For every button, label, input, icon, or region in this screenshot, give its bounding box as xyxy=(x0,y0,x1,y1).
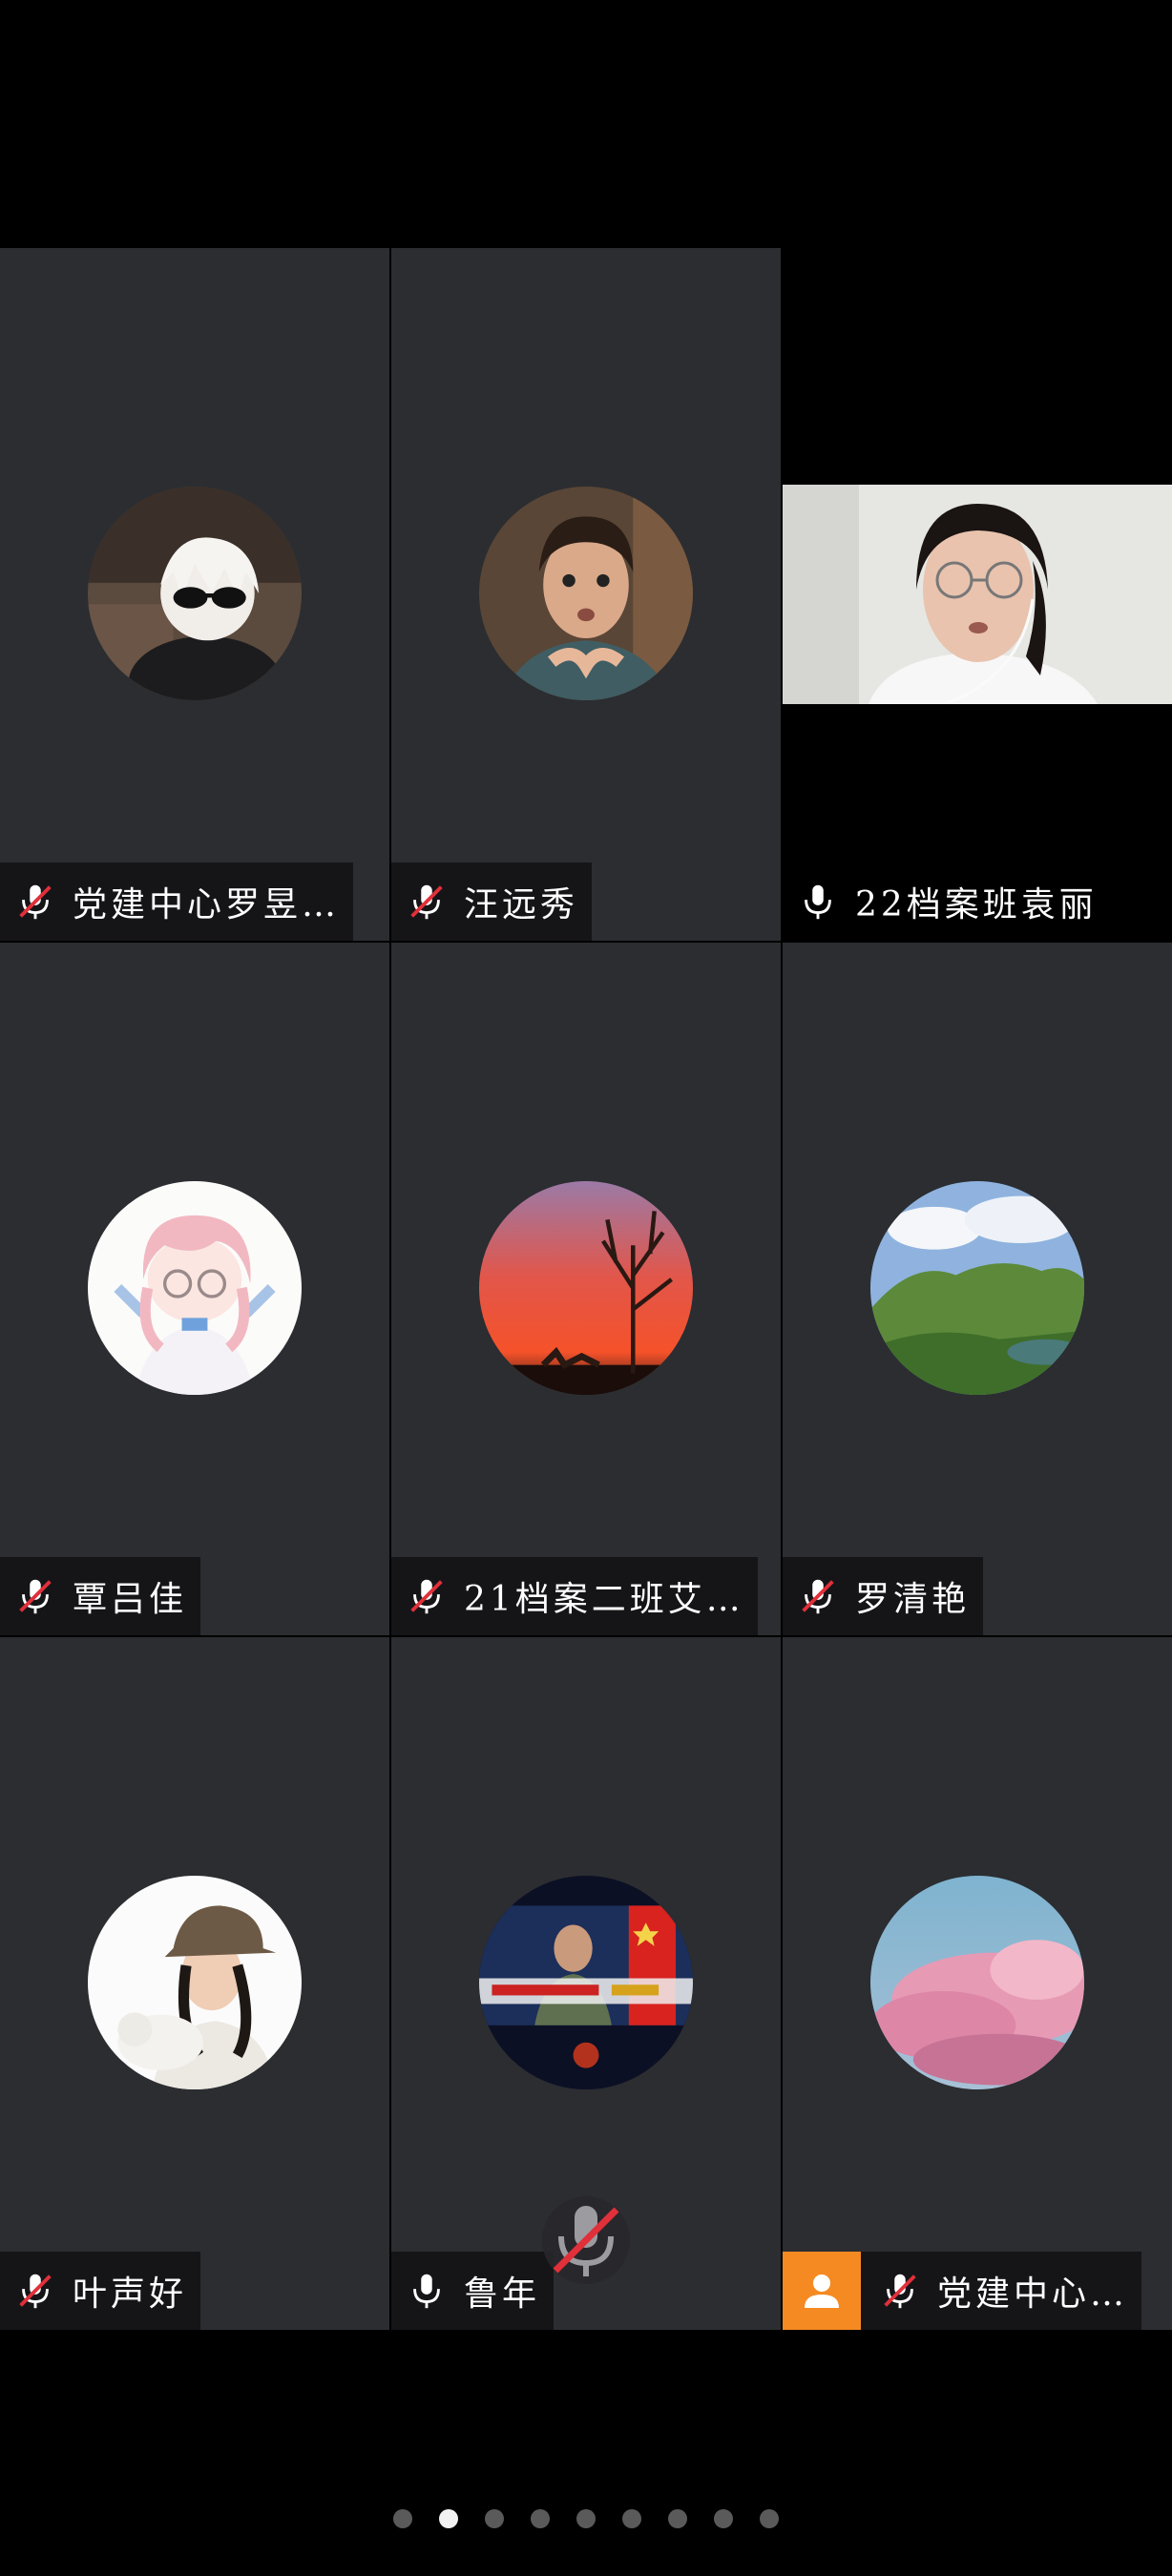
participant-tile[interactable]: 罗清艳 xyxy=(783,943,1172,1635)
participant-grid: 党建中心罗昱… 汪远秀 22档案班袁丽 覃吕佳 21档案二班艾… 罗清艳 叶声好… xyxy=(0,248,1172,2330)
avatar xyxy=(870,1876,1084,2089)
page-dot-active[interactable] xyxy=(439,2509,458,2528)
avatar xyxy=(88,1876,302,2089)
participant-tile[interactable]: 党建中心罗昱… xyxy=(0,248,389,941)
name-bar: 党建中心罗昱… xyxy=(0,862,354,941)
avatar xyxy=(479,1876,693,2089)
participant-name: 汪远秀 xyxy=(464,885,579,924)
mic-on-icon xyxy=(796,880,840,924)
participant-name: 鲁年 xyxy=(464,2275,541,2314)
name-bar: 覃吕佳 xyxy=(0,1557,201,1635)
page-dot[interactable] xyxy=(531,2509,550,2528)
name-bar: 21档案二班艾… xyxy=(391,1557,758,1635)
name-bar: 汪远秀 xyxy=(391,862,593,941)
mic-muted-icon xyxy=(796,1574,840,1618)
participant-name: 党建中心罗昱… xyxy=(73,885,341,924)
mic-muted-icon xyxy=(878,2269,922,2313)
page-indicator xyxy=(0,2507,1172,2530)
mic-muted-icon xyxy=(13,2269,57,2313)
name-bar: 罗清艳 xyxy=(783,1557,984,1635)
participant-tile[interactable]: 汪远秀 xyxy=(391,248,781,941)
avatar xyxy=(479,1181,693,1395)
floating-mic-muted-icon[interactable] xyxy=(540,2194,632,2286)
avatar xyxy=(870,1181,1084,1395)
page-dot[interactable] xyxy=(668,2509,687,2528)
avatar xyxy=(88,1181,302,1395)
name-bar: 叶声好 xyxy=(0,2252,201,2330)
mic-on-icon xyxy=(405,2269,449,2313)
participant-tile-video[interactable]: 22档案班袁丽 xyxy=(783,248,1172,941)
name-bar: 党建中心… xyxy=(783,2252,1142,2330)
page-dot[interactable] xyxy=(714,2509,733,2528)
live-video-feed xyxy=(783,485,1172,704)
participant-name: 22档案班袁丽 xyxy=(855,885,1098,924)
page-dot[interactable] xyxy=(393,2509,412,2528)
avatar xyxy=(479,487,693,700)
participant-tile[interactable]: 党建中心… xyxy=(783,1637,1172,2330)
page-dot[interactable] xyxy=(485,2509,504,2528)
participant-name: 党建中心… xyxy=(937,2275,1129,2314)
name-bar: 鲁年 xyxy=(391,2252,555,2330)
participant-name: 罗清艳 xyxy=(855,1580,971,1619)
page-dot[interactable] xyxy=(576,2509,596,2528)
mic-muted-icon xyxy=(405,880,449,924)
mic-muted-icon xyxy=(405,1574,449,1618)
participant-tile[interactable]: 21档案二班艾… xyxy=(391,943,781,1635)
participant-name: 21档案二班艾… xyxy=(464,1580,744,1619)
participant-tile[interactable]: 覃吕佳 xyxy=(0,943,389,1635)
mic-muted-icon xyxy=(13,1574,57,1618)
participant-name: 覃吕佳 xyxy=(73,1580,188,1619)
participant-tile[interactable]: 叶声好 xyxy=(0,1637,389,2330)
host-badge-icon xyxy=(783,2252,861,2330)
name-bar: 22档案班袁丽 xyxy=(783,862,1111,941)
page-dot[interactable] xyxy=(760,2509,779,2528)
page-dot[interactable] xyxy=(622,2509,641,2528)
participant-name: 叶声好 xyxy=(73,2275,188,2314)
avatar xyxy=(88,487,302,700)
mic-muted-icon xyxy=(13,880,57,924)
